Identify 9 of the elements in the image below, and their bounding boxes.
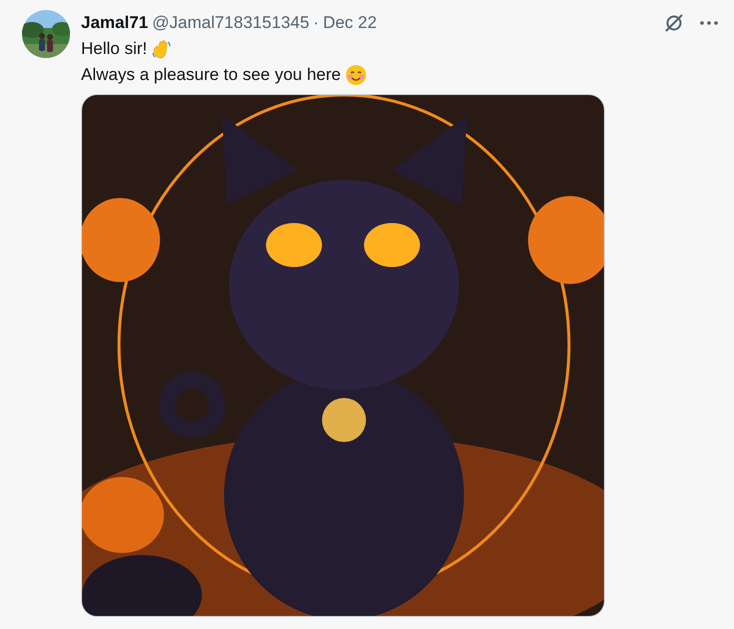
separator: ·	[313, 12, 319, 34]
post-date[interactable]: Dec 22	[322, 10, 377, 36]
author-handle[interactable]: @Jamal7183151345	[152, 10, 310, 36]
author-name[interactable]: Jamal71	[81, 10, 148, 36]
smiling-face-icon	[344, 64, 367, 86]
more-icon[interactable]	[700, 20, 718, 25]
waving-hand-icon	[151, 38, 174, 60]
post-text: Always a pleasure to see you here	[81, 64, 341, 86]
post-text: Hello sir!	[81, 38, 148, 60]
